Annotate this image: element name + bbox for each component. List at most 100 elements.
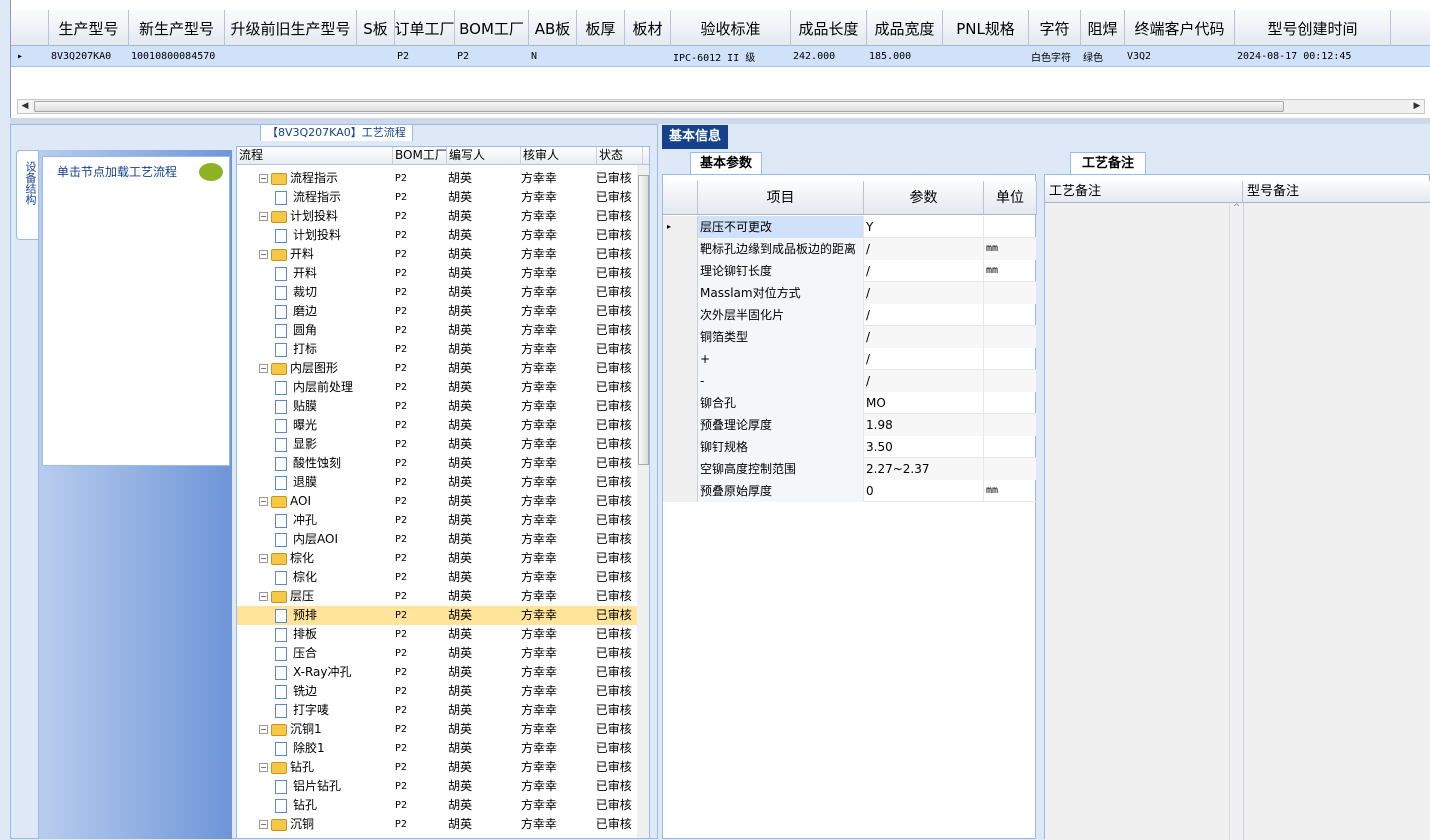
param-value[interactable]: 1.98 [864, 414, 984, 436]
param-row[interactable]: 次外层半固化片 / [663, 304, 1037, 326]
param-value[interactable]: 3.50 [864, 436, 984, 458]
grid-cell[interactable]: P2 [395, 46, 455, 67]
tree-row[interactable]: 铣边 P2 胡英 方幸幸 已审核 [237, 682, 637, 701]
column-header[interactable]: AB板 [529, 10, 577, 46]
column-header[interactable]: 流程 [237, 147, 393, 165]
tree-row[interactable]: 棕化 P2 胡英 方幸幸 已审核 [237, 568, 637, 587]
param-row[interactable]: 铆钉规格 3.50 [663, 436, 1037, 458]
tree-vertical-scrollbar[interactable] [637, 165, 649, 838]
grid-cell[interactable]: 白色字符 [1029, 46, 1081, 67]
param-row[interactable]: 铆合孔 MO [663, 392, 1037, 414]
tree-scroll-thumb[interactable] [638, 175, 649, 465]
column-header[interactable]: 编写人 [447, 147, 521, 165]
tree-row[interactable]: 流程指示 P2 胡英 方幸幸 已审核 [237, 188, 637, 207]
column-header[interactable]: 成品长度 [791, 10, 867, 46]
grid-cell[interactable]: 绿色 [1081, 46, 1125, 67]
tree-row[interactable]: − 层压 P2 胡英 方幸幸 已审核 [237, 587, 637, 606]
param-row[interactable]: - / [663, 370, 1037, 392]
param-row[interactable]: 靶标孔边缘到成品板边的距离 / mm [663, 238, 1037, 260]
collapse-icon[interactable]: − [259, 725, 268, 734]
column-header[interactable]: 生产型号 [49, 10, 129, 46]
param-row[interactable]: 预叠理论厚度 1.98 [663, 414, 1037, 436]
collapse-icon[interactable]: − [259, 212, 268, 221]
tree-row[interactable]: − 沉铜1 P2 胡英 方幸幸 已审核 [237, 720, 637, 739]
tree-row[interactable]: − 流程指示 P2 胡英 方幸幸 已审核 [237, 169, 637, 188]
grid-cell[interactable] [577, 46, 625, 67]
column-header[interactable]: 终端客户代码 [1125, 10, 1235, 46]
tab-basic-params[interactable]: 基本参数 [690, 152, 762, 174]
column-header[interactable]: 状态 [597, 147, 643, 165]
grid-cell[interactable] [357, 46, 395, 67]
column-header[interactable]: 成品宽度 [867, 10, 943, 46]
column-header[interactable]: 核审人 [521, 147, 597, 165]
tree-row[interactable]: − 沉铜 P2 胡英 方幸幸 已审核 [237, 815, 637, 834]
tree-row[interactable]: 铝片钻孔 P2 胡英 方幸幸 已审核 [237, 777, 637, 796]
param-value[interactable]: / [864, 370, 984, 392]
collapse-icon[interactable]: − [259, 364, 268, 373]
collapse-icon[interactable]: − [259, 820, 268, 829]
horizontal-scrollbar[interactable]: ◀ ▶ [17, 99, 1425, 114]
scroll-left-icon[interactable]: ◀ [18, 100, 32, 113]
collapse-icon[interactable]: − [259, 174, 268, 183]
tree-row[interactable]: 内层前处理 P2 胡英 方幸幸 已审核 [237, 378, 637, 397]
remarks-scrollbar[interactable]: ^ [1229, 203, 1243, 840]
tab-device-structure[interactable]: 设备结构 [16, 150, 38, 240]
param-row[interactable]: + / [663, 348, 1037, 370]
grid-cell[interactable]: V3Q2 [1125, 46, 1235, 67]
param-row[interactable]: ▸ 层压不可更改 Y [663, 216, 1037, 238]
param-row[interactable]: Masslam对位方式 / [663, 282, 1037, 304]
param-row[interactable]: 预叠原始厚度 0 mm [663, 480, 1037, 502]
param-value[interactable]: 0 [864, 480, 984, 502]
column-header[interactable]: BOM工厂 [455, 10, 529, 46]
collapse-icon[interactable]: − [259, 592, 268, 601]
param-value[interactable]: Y [864, 216, 984, 238]
param-value[interactable]: / [864, 238, 984, 260]
grid-cell[interactable]: IPC-6012 II 级 [671, 46, 791, 67]
column-header[interactable]: 项目 [698, 181, 864, 215]
tree-row[interactable]: − 计划投料 P2 胡英 方幸幸 已审核 [237, 207, 637, 226]
column-header[interactable]: 验收标准 [671, 10, 791, 46]
column-header[interactable]: 阻焊 [1081, 10, 1125, 46]
tree-row[interactable]: X-Ray冲孔 P2 胡英 方幸幸 已审核 [237, 663, 637, 682]
param-row[interactable]: 理论铆钉长度 / mm [663, 260, 1037, 282]
tree-row[interactable]: 钻孔 P2 胡英 方幸幸 已审核 [237, 796, 637, 815]
tree-row[interactable]: 贴膜 P2 胡英 方幸幸 已审核 [237, 397, 637, 416]
param-value[interactable]: / [864, 326, 984, 348]
tree-row[interactable]: 圆角 P2 胡英 方幸幸 已审核 [237, 321, 637, 340]
grid-cell[interactable]: 185.000 [867, 46, 943, 67]
param-value[interactable]: / [864, 282, 984, 304]
column-header[interactable]: 订单工厂 [395, 10, 455, 46]
tree-row[interactable]: 打标 P2 胡英 方幸幸 已审核 [237, 340, 637, 359]
tree-row[interactable]: 冲孔 P2 胡英 方幸幸 已审核 [237, 511, 637, 530]
param-row[interactable]: 空铆高度控制范围 2.27~2.37 [663, 458, 1037, 480]
column-header[interactable]: 板厚 [577, 10, 625, 46]
tree-row[interactable]: 排板 P2 胡英 方幸幸 已审核 [237, 625, 637, 644]
tree-row[interactable]: − 棕化 P2 胡英 方幸幸 已审核 [237, 549, 637, 568]
param-row[interactable]: 铜箔类型 / [663, 326, 1037, 348]
tree-row[interactable]: 显影 P2 胡英 方幸幸 已审核 [237, 435, 637, 454]
column-header[interactable]: S板 [357, 10, 395, 46]
tab-process-remarks[interactable]: 工艺备注 [1070, 152, 1146, 174]
column-header[interactable]: 工艺备注 [1045, 181, 1243, 203]
grid-cell[interactable] [225, 46, 357, 67]
tree-row[interactable]: 裁切 P2 胡英 方幸幸 已审核 [237, 283, 637, 302]
grid-cell[interactable] [943, 46, 1029, 67]
tab-basic-info[interactable]: 基本信息 [662, 125, 728, 149]
grid-cell[interactable]: N [529, 46, 577, 67]
param-value[interactable]: MO [864, 392, 984, 414]
grid-cell[interactable]: 8V3Q207KA0 [49, 46, 129, 67]
tree-row[interactable]: − 钻孔 P2 胡英 方幸幸 已审核 [237, 758, 637, 777]
grid-cell[interactable]: 242.000 [791, 46, 867, 67]
tree-row[interactable]: 压合 P2 胡英 方幸幸 已审核 [237, 644, 637, 663]
column-header[interactable]: 升级前旧生产型号 [225, 10, 357, 46]
column-header[interactable]: 单位 [984, 181, 1037, 215]
column-header[interactable]: PNL规格 [943, 10, 1029, 46]
tree-row[interactable]: 退膜 P2 胡英 方幸幸 已审核 [237, 473, 637, 492]
tree-row[interactable]: 内层AOI P2 胡英 方幸幸 已审核 [237, 530, 637, 549]
grid-cell[interactable]: P2 [455, 46, 529, 67]
product-grid-row[interactable]: ▸ 8V3Q207KA0 10010800084570 P2 P2 N IPC-6012 I… [11, 46, 1430, 67]
column-header[interactable]: 字符 [1029, 10, 1081, 46]
collapse-icon[interactable]: − [259, 763, 268, 772]
param-value[interactable]: / [864, 348, 984, 370]
param-value[interactable]: 2.27~2.37 [864, 458, 984, 480]
